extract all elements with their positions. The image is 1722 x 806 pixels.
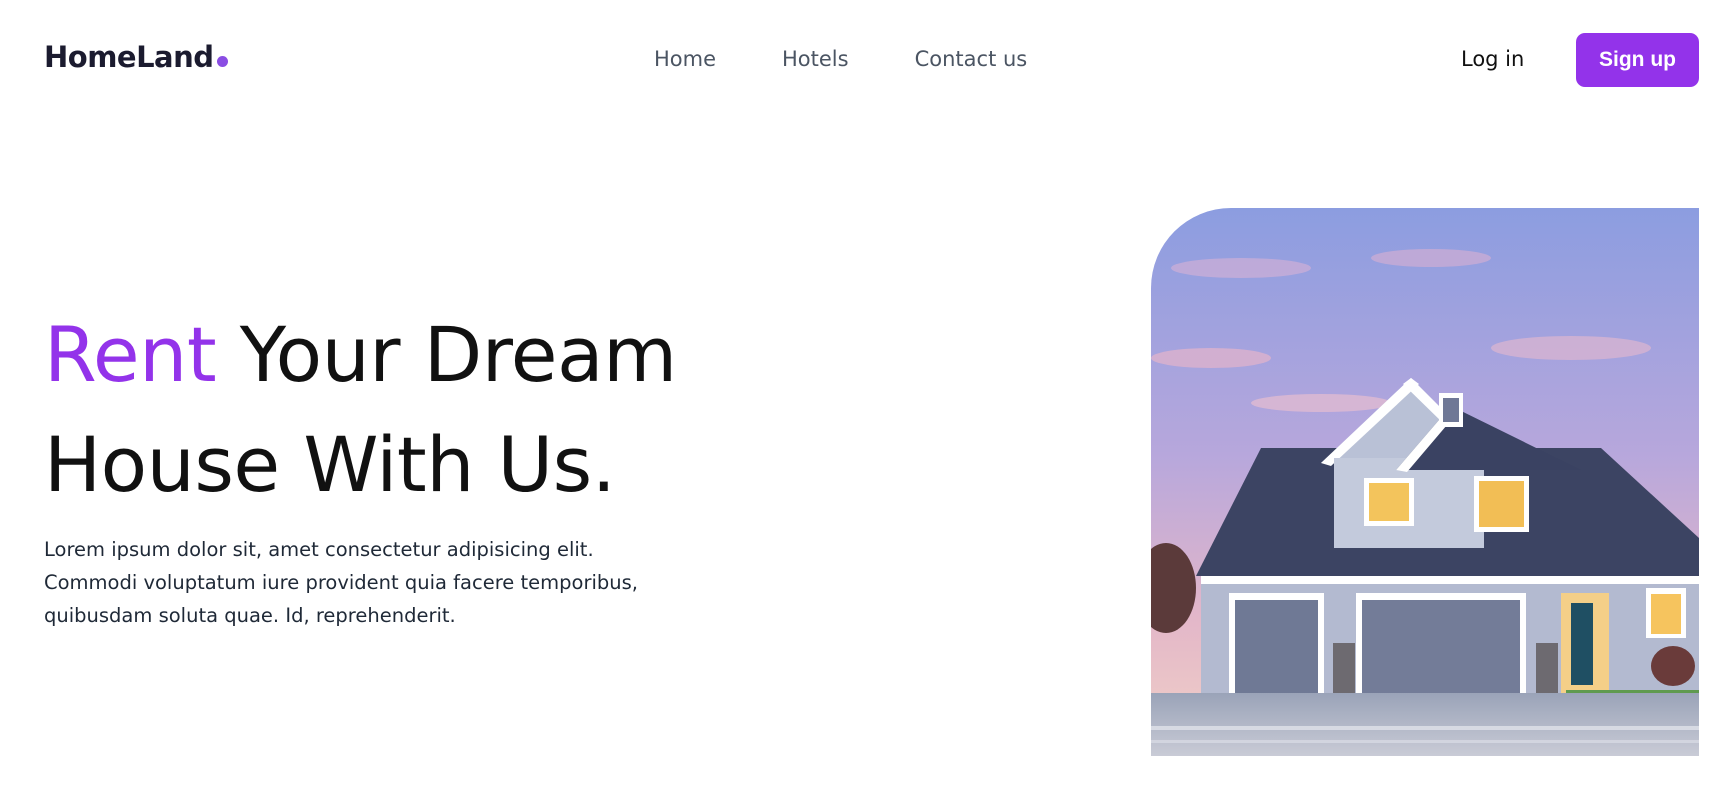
- signup-button[interactable]: Sign up: [1576, 33, 1699, 87]
- house-image: [1151, 208, 1699, 756]
- hero-title-line1: Your Dream: [239, 310, 677, 399]
- landing-page: HomeLand Home Hotels Contact us Log in S…: [0, 0, 1722, 806]
- hero-title: Rent Your Dream House With Us.: [44, 300, 677, 520]
- nav-link-contact[interactable]: Contact us: [915, 47, 1028, 71]
- brand-dot-icon: [216, 56, 228, 67]
- hero-description: Lorem ipsum dolor sit, amet consectetur …: [44, 538, 638, 627]
- brand-name: HomeLand: [44, 40, 214, 74]
- nav-link-home[interactable]: Home: [654, 47, 716, 71]
- hero-title-line2: House With Us.: [44, 420, 616, 509]
- nav-link-hotels[interactable]: Hotels: [782, 47, 849, 71]
- brand-logo[interactable]: HomeLand: [44, 40, 228, 74]
- main-nav: Home Hotels Contact us: [654, 47, 1027, 71]
- login-link[interactable]: Log in: [1461, 47, 1524, 71]
- hero-title-accent: Rent: [44, 310, 217, 399]
